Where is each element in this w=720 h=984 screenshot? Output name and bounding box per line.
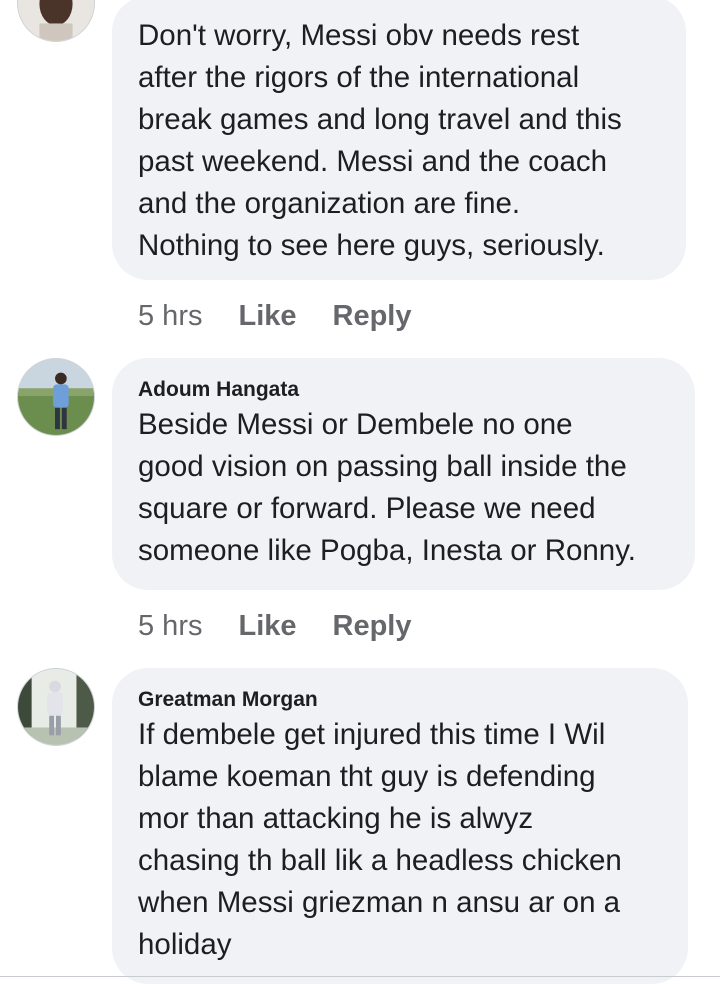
reply-button[interactable]: Reply	[333, 300, 412, 333]
comment-timestamp[interactable]: 5 hrs	[138, 610, 202, 643]
comments-feed: Don't worry, Messi obv needs rest after …	[0, 0, 720, 984]
like-button[interactable]: Like	[238, 610, 296, 643]
reply-button[interactable]: Reply	[333, 610, 412, 643]
comment-text: If dembele get injured this time I Wil b…	[138, 718, 622, 961]
comment-author[interactable]: Adoum Hangata	[138, 376, 669, 404]
comment-actions: 5 hrs Like Reply	[138, 606, 448, 646]
like-button[interactable]: Like	[238, 300, 296, 333]
commenter-avatar[interactable]	[17, 358, 95, 436]
commenter-avatar[interactable]	[17, 668, 95, 746]
comment-bubble: Don't worry, Messi obv needs rest after …	[112, 0, 686, 280]
profile-photo	[18, 359, 94, 435]
comment-timestamp[interactable]: 5 hrs	[138, 300, 202, 333]
commenter-avatar[interactable]	[17, 0, 95, 42]
profile-photo	[18, 669, 94, 745]
comment-actions: 5 hrs Like Reply	[138, 296, 448, 336]
bottom-divider	[0, 976, 720, 977]
comment-text: Beside Messi or Dembele no one good visi…	[138, 408, 636, 567]
profile-photo	[18, 0, 94, 41]
comment-bubble: Greatman Morgan If dembele get injured t…	[112, 668, 688, 984]
comment-bubble: Adoum Hangata Beside Messi or Dembele no…	[112, 358, 695, 590]
comment-author[interactable]: Greatman Morgan	[138, 686, 662, 714]
comment-text: Don't worry, Messi obv needs rest after …	[138, 19, 622, 262]
